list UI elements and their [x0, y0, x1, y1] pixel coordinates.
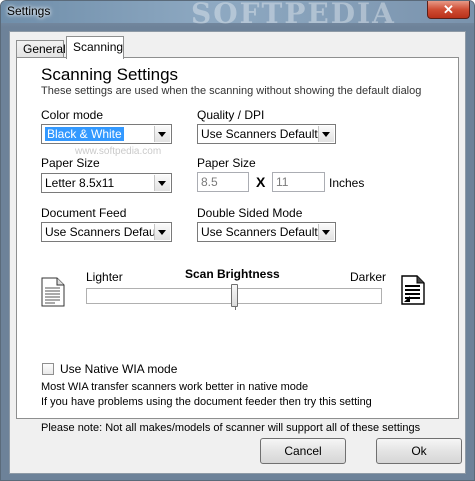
brightness-min-label: Lighter: [86, 270, 123, 284]
tab-general[interactable]: General: [16, 40, 66, 58]
chevron-down-icon[interactable]: [154, 126, 170, 142]
double-sided-value: Use Scanners Default: [201, 225, 318, 239]
double-sided-label: Double Sided Mode: [197, 206, 303, 220]
color-mode-label: Color mode: [41, 108, 104, 122]
tab-scanning[interactable]: Scanning: [66, 36, 124, 59]
paper-size-select[interactable]: Letter 8.5x11: [41, 173, 172, 193]
times-symbol: X: [256, 174, 266, 190]
please-note-text: Please note: Not all makes/models of sca…: [41, 422, 421, 434]
scanning-tab-panel: Scanning Settings These settings are use…: [16, 57, 459, 434]
chevron-down-icon[interactable]: [318, 126, 334, 142]
document-feed-value: Use Scanners Default: [45, 225, 162, 239]
chevron-down-icon[interactable]: [154, 175, 170, 191]
native-wia-label: Use Native WIA mode: [60, 362, 178, 376]
dialog-client-area: General Scanning Scanning Settings These…: [9, 31, 466, 474]
quality-label: Quality / DPI: [197, 108, 265, 122]
brightness-slider-thumb[interactable]: [230, 284, 238, 307]
close-button[interactable]: ✕: [427, 1, 470, 19]
cancel-button[interactable]: Cancel: [260, 438, 346, 464]
page-subtitle: These settings are used when the scannin…: [41, 85, 422, 97]
custom-paper-size-label: Paper Size: [197, 156, 256, 170]
double-sided-select[interactable]: Use Scanners Default: [197, 222, 336, 242]
chevron-down-icon[interactable]: [318, 224, 334, 240]
paper-height-input[interactable]: 11: [272, 172, 325, 192]
paper-width-input[interactable]: 8.5: [197, 172, 249, 192]
settings-window: Settings SOFTPEDIA ✕ General Scanning Sc…: [0, 0, 475, 481]
chevron-down-icon[interactable]: [154, 224, 170, 240]
color-mode-select[interactable]: Black & White: [41, 124, 172, 144]
brightness-title: Scan Brightness: [185, 267, 280, 281]
slider-tick: [235, 306, 236, 310]
brightness-max-label: Darker: [350, 270, 387, 284]
paper-size-value: Letter 8.5x11: [45, 176, 115, 190]
quality-value: Use Scanners Default: [201, 127, 318, 141]
color-mode-value: Black & White: [45, 127, 124, 141]
softpedia-small-watermark: www.softpedia.com: [75, 146, 162, 157]
window-title: Settings: [7, 4, 51, 18]
wia-note-line-1: Most WIA transfer scanners work better i…: [41, 381, 309, 393]
document-feed-label: Document Feed: [41, 206, 127, 220]
quality-select[interactable]: Use Scanners Default: [197, 124, 336, 144]
dark-document-icon: [401, 275, 425, 305]
native-wia-checkbox[interactable]: [42, 363, 54, 375]
softpedia-watermark: SOFTPEDIA: [191, 0, 396, 30]
paper-size-label: Paper Size: [41, 156, 100, 170]
ok-button[interactable]: Ok: [376, 438, 462, 464]
units-label: Inches: [329, 176, 365, 190]
document-feed-select[interactable]: Use Scanners Default: [41, 222, 172, 242]
page-title: Scanning Settings: [41, 65, 179, 84]
light-document-icon: [41, 277, 65, 307]
wia-note-line-2: If you have problems using the document …: [41, 396, 372, 408]
title-bar[interactable]: Settings SOFTPEDIA ✕: [1, 1, 474, 30]
